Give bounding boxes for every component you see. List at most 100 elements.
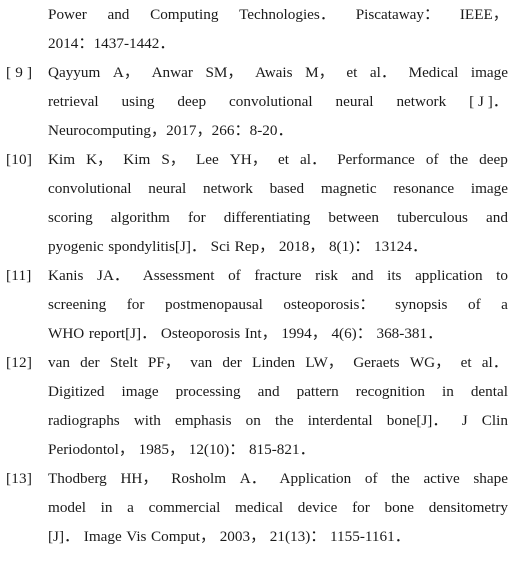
reference-word: Osteoporosis (160, 325, 241, 342)
reference-text: Qayyum A， Anwar SM， Awais M， et al． Medical image… (48, 58, 516, 145)
reference-word: Digitized (48, 383, 105, 400)
reference-word: 12(10)： (188, 441, 245, 458)
reference-word: Anwar (151, 64, 193, 81)
reference-word: Qayyum (48, 64, 101, 81)
reference-word: scoring (48, 209, 93, 226)
reference-text: Power and Computing Technologies． Piscataway… (48, 0, 516, 58)
reference-word: of (425, 151, 439, 168)
reference-line: 2014：1437-1442． (48, 29, 508, 58)
reference-word: in (100, 499, 113, 516)
reference-word: based (269, 180, 305, 197)
reference-line: Periodontol， 1985， 12(10)： 815-821． (48, 435, 508, 464)
reference-word: for (126, 296, 145, 313)
reference-word: Sci (210, 238, 231, 255)
reference-marker: [ 9 ] (6, 64, 33, 81)
reference-word: deep (479, 151, 508, 168)
reference-word: the (391, 470, 410, 487)
reference-word: Technologies． (239, 6, 336, 23)
reference-word: Neurocomputing，2017，266：8-20． (48, 122, 293, 139)
reference-word: commercial (148, 499, 221, 516)
reference-word: Vis (126, 528, 147, 545)
reference-line: Kanis JA． Assessment of fracture risk and its ap… (48, 261, 508, 290)
reference-word: network (396, 93, 447, 110)
reference-word: Rosholm (171, 470, 227, 487)
reference-word: shape (473, 470, 508, 487)
reference-word: Performance (337, 151, 415, 168)
reference-word: 2003， (219, 528, 266, 545)
reference-word: der (80, 354, 100, 371)
reference-entry: [12] van der Stelt PF， van der Linden LW， Geraets… (0, 348, 516, 464)
reference-word: Assessment (142, 267, 215, 284)
reference-word: Computing (150, 6, 219, 23)
reference-word: JA． (97, 267, 130, 284)
reference-word: algorithm (110, 209, 170, 226)
reference-word: Periodontol， (48, 441, 135, 458)
reference-word: IEEE， (459, 6, 508, 23)
reference-word: of (228, 267, 241, 284)
reference-word: al． (369, 64, 397, 81)
reference-word: 815-821． (248, 441, 315, 458)
reference-line: Digitized image processing and pattern recogn… (48, 377, 508, 406)
reference-word: Kim (48, 151, 76, 168)
reference-word: and (107, 6, 130, 23)
reference-word: M， (305, 64, 334, 81)
reference-word: fracture (254, 267, 302, 284)
reference-word: neural (335, 93, 374, 110)
reference-word: recognition (355, 383, 425, 400)
reference-word: osteoporosis： (283, 296, 375, 313)
reference-line: scoring algorithm for differentiating betwee… (48, 203, 508, 232)
reference-word: 13124． (373, 238, 428, 255)
reference-word: et (278, 151, 289, 168)
reference-word: 1985， (138, 441, 185, 458)
reference-word: PF， (147, 354, 180, 371)
reference-word: image (121, 383, 159, 400)
reference-word: with (133, 412, 161, 429)
reference-word: between (328, 209, 380, 226)
reference-word: 368-381． (376, 325, 443, 342)
reference-word: 2014：1437-1442． (48, 35, 175, 52)
reference-line: Thodberg HH， Rosholm A． Application of the acti… (48, 464, 508, 493)
reference-entry: [10] Kim K， Kim S， Lee YH， et al． Performance of th… (0, 145, 516, 261)
reference-word: Geraets (353, 354, 400, 371)
reference-word: application (415, 267, 483, 284)
reference-word: YH， (229, 151, 267, 168)
reference-line: van der Stelt PF， van der Linden LW， Geraets WG， e… (48, 348, 508, 377)
reference-word: WG， (409, 354, 451, 371)
reference-entry: [13] Thodberg HH， Rosholm A． Application of the… (0, 464, 516, 551)
reference-word: risk (315, 267, 338, 284)
reference-line: retrieval using deep convolutional neural net… (48, 87, 508, 116)
reference-word: Kim (123, 151, 151, 168)
reference-marker: [10] (6, 151, 33, 168)
reference-word: dental (470, 383, 508, 400)
reference-line: WHO report[J]． Osteoporosis Int， 1994， 4(6)： 3… (48, 319, 508, 348)
reference-word: and (351, 267, 374, 284)
reference-word: convolutional (229, 93, 313, 110)
reference-word: A． (239, 470, 266, 487)
reference-word: Piscataway： (355, 6, 440, 23)
reference-marker: [13] (6, 470, 33, 487)
reference-word: magnetic (320, 180, 377, 197)
reference-word: model (48, 499, 86, 516)
reference-word: Medical (408, 64, 459, 81)
reference-word: active (423, 470, 460, 487)
reference-line: pyogenic spondylitis[J]． Sci Rep， 2018， 8(1)：… (48, 232, 508, 261)
reference-word: in (441, 383, 454, 400)
reference-line: [J]． Image Vis Comput， 2003， 21(13)： 1155-1161… (48, 522, 508, 551)
reference-word: on (245, 412, 261, 429)
reference-word: postmenopausal (165, 296, 263, 313)
reference-word: medical (234, 499, 284, 516)
reference-word: report[J]． (88, 325, 157, 342)
reference-text: Thodberg HH， Rosholm A． Application of the acti… (48, 464, 516, 551)
reference-word: Stelt (109, 354, 138, 371)
reference-text: Kim K， Kim S， Lee YH， et al． Performance of the dee… (48, 145, 516, 261)
reference-word: of (364, 470, 378, 487)
reference-word: [ J ]． (469, 93, 508, 110)
reference-word: al． (481, 354, 508, 371)
reference-word: Rep， (234, 238, 275, 255)
reference-line: radiographs with emphasis on the interdental b… (48, 406, 508, 435)
reference-word: a (501, 296, 508, 313)
reference-list: Power and Computing Technologies． Piscataway… (0, 0, 525, 566)
reference-word: a (127, 499, 134, 516)
reference-word: densitometry (428, 499, 508, 516)
reference-entry: Power and Computing Technologies． Piscataway… (0, 0, 516, 58)
